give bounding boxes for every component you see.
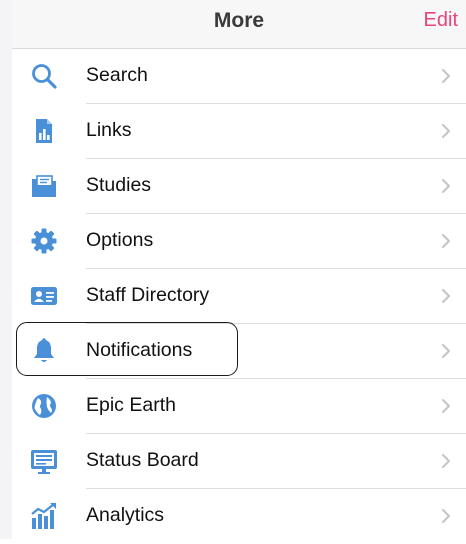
staff-card-icon xyxy=(29,281,59,311)
edit-button[interactable]: Edit xyxy=(424,9,458,32)
chevron-right-icon xyxy=(436,340,456,362)
menu-item-analytics[interactable]: Analytics xyxy=(12,489,466,544)
menu-item-label: Studies xyxy=(86,174,152,196)
menu-item-search[interactable]: Search xyxy=(12,49,466,104)
menu-item-notifications[interactable]: Notifications xyxy=(12,324,466,379)
left-gutter xyxy=(0,0,12,539)
more-menu-list: Search Links Studies Options Staff Direc… xyxy=(12,49,466,544)
menu-item-label: Options xyxy=(86,229,154,251)
menu-item-label: Staff Directory xyxy=(86,284,210,306)
page-title: More xyxy=(213,9,265,32)
bell-icon xyxy=(29,336,59,366)
chevron-right-icon xyxy=(436,450,456,472)
analytics-icon xyxy=(29,501,59,531)
menu-item-label: Links xyxy=(86,119,132,141)
chevron-right-icon xyxy=(436,505,456,527)
menu-item-options[interactable]: Options xyxy=(12,214,466,269)
gear-icon xyxy=(29,226,59,256)
menu-item-epic-earth[interactable]: Epic Earth xyxy=(12,379,466,434)
studies-icon xyxy=(29,171,59,201)
chevron-right-icon xyxy=(436,65,456,87)
menu-item-label: Epic Earth xyxy=(86,394,176,416)
menu-item-label: Search xyxy=(86,64,148,86)
menu-item-staff-directory[interactable]: Staff Directory xyxy=(12,269,466,324)
menu-item-label: Notifications xyxy=(86,339,193,361)
chevron-right-icon xyxy=(436,395,456,417)
menu-item-label: Analytics xyxy=(86,504,165,526)
menu-item-label: Status Board xyxy=(86,449,199,471)
chevron-right-icon xyxy=(436,230,456,252)
globe-icon xyxy=(29,391,59,421)
links-icon xyxy=(29,116,59,146)
menu-item-links[interactable]: Links xyxy=(12,104,466,159)
navigation-bar: More Edit xyxy=(12,0,466,49)
chevron-right-icon xyxy=(436,120,456,142)
chevron-right-icon xyxy=(436,175,456,197)
menu-item-status-board[interactable]: Status Board xyxy=(12,434,466,489)
menu-item-studies[interactable]: Studies xyxy=(12,159,466,214)
status-board-icon xyxy=(29,446,59,476)
chevron-right-icon xyxy=(436,285,456,307)
search-icon xyxy=(29,61,59,91)
